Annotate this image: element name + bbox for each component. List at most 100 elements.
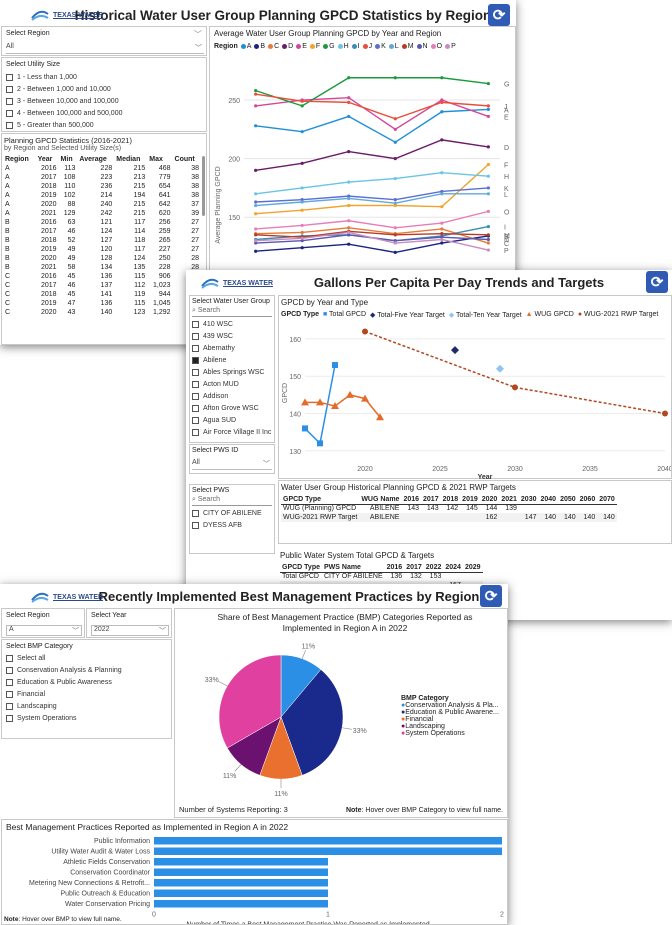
wug-option[interactable]: 410 WSC: [192, 318, 271, 330]
column-header[interactable]: 2019: [460, 495, 480, 505]
checkbox[interactable]: [192, 356, 199, 364]
legend-item[interactable]: P: [445, 43, 456, 50]
utility-size-option[interactable]: 5 - Greater than 500,000: [6, 119, 122, 131]
legend-item[interactable]: M: [401, 43, 414, 50]
legend-item[interactable]: L: [388, 43, 399, 50]
column-header[interactable]: 2060: [577, 495, 598, 505]
column-header[interactable]: 2040: [538, 495, 559, 505]
column-header[interactable]: Min: [59, 155, 78, 164]
column-header[interactable]: 2017: [404, 563, 424, 573]
legend-item[interactable]: C: [268, 43, 279, 50]
stats-scrollbar[interactable]: [202, 156, 205, 216]
wug-search[interactable]: ⌕ Search: [192, 307, 272, 317]
checkbox[interactable]: [6, 97, 13, 105]
legend-item[interactable]: ◆ Total-Ten Year Target: [449, 311, 522, 319]
legend-item[interactable]: ●Conservation Analysis & Pla...: [401, 702, 499, 709]
refresh-button[interactable]: ⟳: [646, 271, 668, 293]
column-header[interactable]: GPCD Type: [280, 563, 322, 573]
column-header[interactable]: Median: [114, 155, 147, 164]
legend-item[interactable]: K: [375, 43, 386, 50]
legend-item[interactable]: F: [309, 43, 320, 50]
checkbox[interactable]: [6, 690, 13, 698]
utility-size-option[interactable]: 1 - Less than 1,000: [6, 71, 122, 83]
checkbox[interactable]: [192, 428, 199, 436]
utility-size-option[interactable]: 2 - Between 1,000 and 10,000: [6, 83, 122, 95]
legend-item[interactable]: ◆ Total-Five Year Target: [370, 311, 445, 319]
column-header[interactable]: 2070: [597, 495, 617, 505]
wug-option[interactable]: Addison: [192, 390, 271, 402]
bmp-year-dropdown[interactable]: 2022 ﹀: [91, 625, 169, 636]
column-header[interactable]: 2024: [443, 563, 463, 573]
column-header[interactable]: 2016: [401, 495, 422, 505]
legend-item[interactable]: B: [254, 43, 265, 50]
column-header[interactable]: 2022: [423, 563, 444, 573]
legend-item[interactable]: ● WUG-2021 RWP Target: [578, 311, 659, 319]
checkbox[interactable]: [6, 702, 13, 710]
legend-item[interactable]: D: [282, 43, 293, 50]
legend-item[interactable]: ●Financial: [401, 716, 499, 723]
column-header[interactable]: 2029: [462, 563, 483, 573]
legend-item[interactable]: G: [323, 43, 335, 50]
column-header[interactable]: PWS Name: [322, 563, 385, 573]
utility-size-option[interactable]: 3 - Between 10,000 and 100,000: [6, 95, 122, 107]
checkbox[interactable]: [192, 521, 199, 529]
column-header[interactable]: 2016: [384, 563, 405, 573]
legend-item[interactable]: I: [351, 43, 360, 50]
legend-item[interactable]: N: [416, 43, 428, 50]
column-header[interactable]: Max: [147, 155, 172, 164]
checkbox[interactable]: [192, 320, 199, 328]
wug-option[interactable]: Air Force Village II Inc: [192, 426, 271, 438]
checkbox[interactable]: [192, 404, 199, 412]
legend-item[interactable]: ■ Total GPCD: [323, 311, 366, 319]
checkbox[interactable]: [192, 509, 199, 517]
column-header[interactable]: 2018: [440, 495, 461, 505]
column-header[interactable]: Average: [77, 155, 114, 164]
legend-item[interactable]: H: [337, 43, 349, 50]
checkbox[interactable]: [192, 416, 199, 424]
bmp-region-dropdown[interactable]: A ﹀: [6, 625, 82, 636]
legend-item[interactable]: ●Education & Public Awarene...: [401, 709, 499, 716]
column-header[interactable]: WUG Name: [359, 495, 402, 505]
wug-option[interactable]: Acton MUD: [192, 378, 271, 390]
column-header[interactable]: GPCD Type: [281, 495, 360, 505]
column-header[interactable]: 2021: [499, 495, 519, 505]
bmp-category-option[interactable]: Financial: [6, 688, 122, 700]
legend-item[interactable]: J: [362, 43, 372, 50]
legend-item[interactable]: ●Landscaping: [401, 723, 499, 730]
column-header[interactable]: Region: [3, 155, 36, 164]
legend-item[interactable]: ●System Operations: [401, 730, 499, 737]
checkbox[interactable]: [192, 344, 199, 352]
column-header[interactable]: Year: [36, 155, 59, 164]
wug-option[interactable]: Abernathy: [192, 342, 271, 354]
wug-option[interactable]: Ables Springs WSC: [192, 366, 271, 378]
wug-option[interactable]: Afton Grove WSC: [192, 402, 271, 414]
refresh-button[interactable]: ⟳: [488, 4, 510, 26]
checkbox[interactable]: [192, 380, 199, 388]
region-dropdown[interactable]: All ﹀: [6, 43, 204, 54]
checkbox[interactable]: [6, 666, 13, 674]
wug-option[interactable]: 439 WSC: [192, 330, 271, 342]
checkbox[interactable]: [6, 85, 13, 93]
checkbox[interactable]: [192, 392, 199, 400]
column-header[interactable]: 2030: [518, 495, 539, 505]
bmp-category-option[interactable]: Conservation Analysis & Planning: [6, 664, 122, 676]
checkbox[interactable]: [6, 678, 13, 686]
pws-option[interactable]: DYESS AFB: [192, 519, 262, 531]
legend-item[interactable]: A: [240, 43, 251, 50]
checkbox[interactable]: [6, 109, 13, 117]
checkbox[interactable]: [6, 73, 13, 81]
checkbox[interactable]: [192, 368, 199, 376]
column-header[interactable]: Count: [173, 155, 201, 164]
utility-size-option[interactable]: 4 - Between 100,000 and 500,000: [6, 107, 122, 119]
column-header[interactable]: 2050: [558, 495, 578, 505]
column-header[interactable]: 2017: [421, 495, 441, 505]
pwsid-dropdown[interactable]: All ﹀: [192, 459, 272, 470]
wug-option[interactable]: Abilene: [192, 354, 271, 366]
legend-item[interactable]: E: [296, 43, 307, 50]
pws-option[interactable]: CITY OF ABILENE: [192, 507, 262, 519]
column-header[interactable]: 2020: [479, 495, 500, 505]
bmp-category-option[interactable]: System Operations: [6, 712, 122, 724]
pws-search[interactable]: ⌕ Search: [192, 496, 272, 506]
checkbox[interactable]: [192, 332, 199, 340]
legend-item[interactable]: ▲ WUG GPCD: [526, 311, 574, 319]
